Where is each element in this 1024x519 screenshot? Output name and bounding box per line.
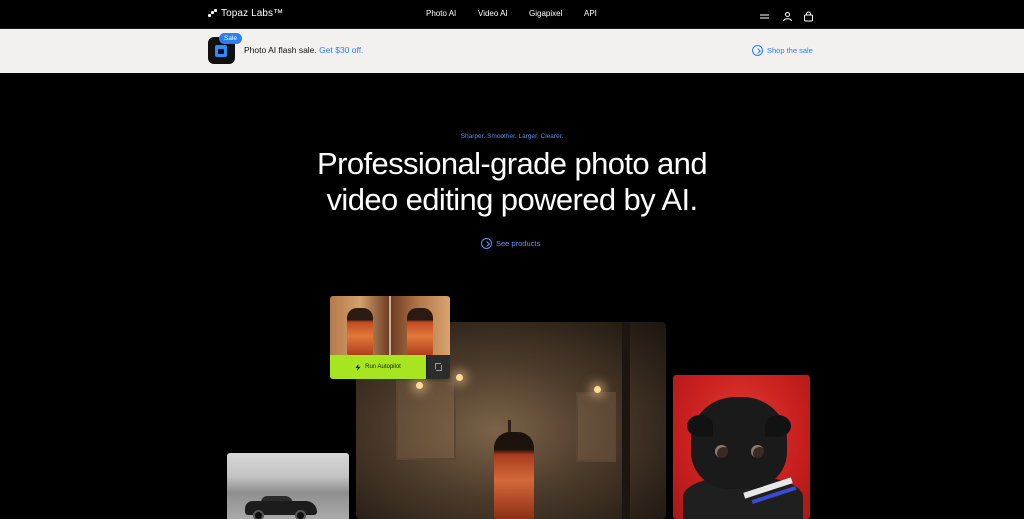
banner-message: Photo AI flash sale. Get $30 off. — [244, 45, 363, 55]
nav-link-photo-ai[interactable]: Photo AI — [426, 9, 456, 18]
run-autopilot-button[interactable]: Run Autopilot — [330, 355, 426, 379]
comparison-divider[interactable] — [389, 296, 391, 355]
banner-offer-link[interactable]: Get $30 off. — [319, 45, 363, 55]
nav-links: Photo AI Video AI Gigapixel API — [0, 9, 1024, 21]
shop-the-sale-link[interactable]: Shop the sale — [752, 45, 813, 56]
car-photo — [227, 453, 349, 519]
hero-kicker: Sharper. Smoother. Larger. Clearer. — [460, 133, 564, 140]
lightning-icon — [355, 363, 361, 371]
pug-photo — [673, 375, 810, 519]
top-navigation: Topaz Labs™ Photo AI Video AI Gigapixel … — [0, 0, 1024, 29]
arrow-circle-icon — [481, 238, 492, 249]
crop-icon[interactable] — [427, 355, 450, 379]
nav-link-api[interactable]: API — [584, 9, 597, 18]
sale-badge: Sale — [219, 33, 243, 44]
account-icon[interactable] — [782, 9, 793, 22]
run-autopilot-label: Run Autopilot — [365, 364, 401, 370]
hero-headline-line2: video editing powered by AI. — [326, 182, 699, 217]
arrow-circle-icon — [752, 45, 763, 56]
cart-icon[interactable] — [803, 9, 814, 22]
sale-banner: Sale Photo AI flash sale. Get $30 off. S… — [0, 29, 1024, 73]
nav-link-video-ai[interactable]: Video AI — [478, 9, 508, 18]
menu-icon[interactable] — [759, 9, 770, 20]
see-products-link[interactable]: See products — [481, 238, 540, 249]
hero-headline-line1: Professional-grade photo and — [317, 146, 708, 181]
nav-link-gigapixel[interactable]: Gigapixel — [529, 9, 562, 18]
see-products-label: See products — [496, 239, 541, 248]
shop-the-sale-label: Shop the sale — [767, 46, 813, 55]
banner-text: Photo AI flash sale. — [244, 45, 317, 55]
hero-headline: Professional-grade photo and video editi… — [0, 146, 1024, 218]
autopilot-editor-card: Run Autopilot — [330, 296, 450, 379]
